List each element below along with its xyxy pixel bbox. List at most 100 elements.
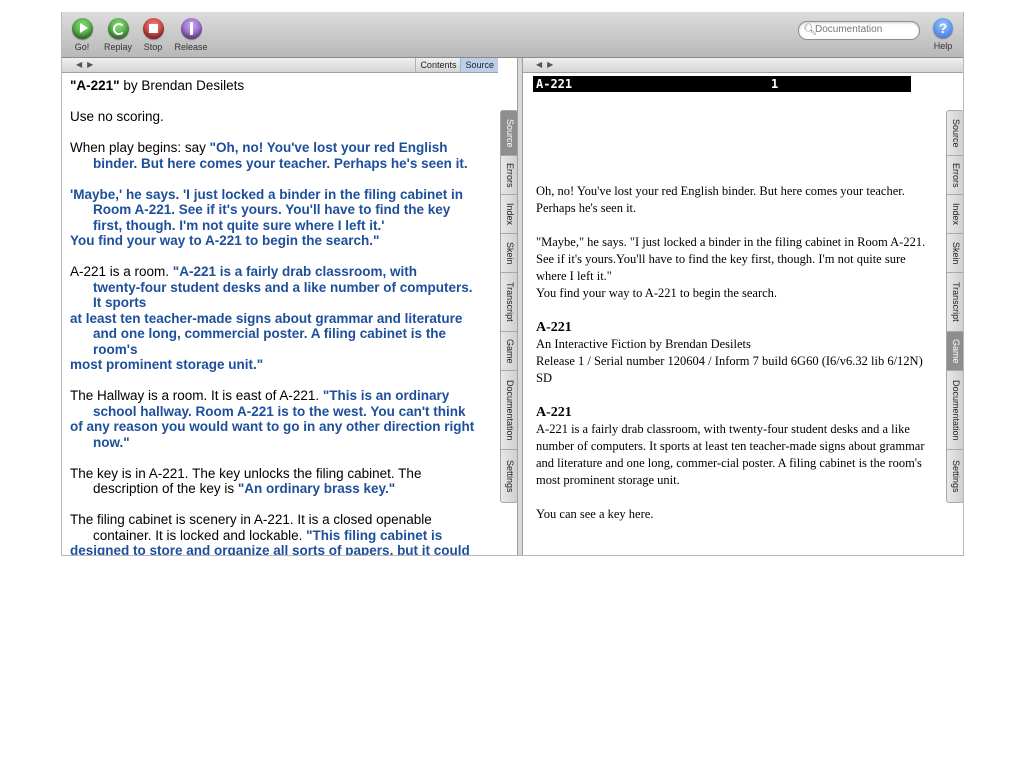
source-line: first, though. I'm not quite sure where … [70,218,498,234]
help-icon: ? [933,18,953,38]
quoted-text-run: first, though. I'm not quite sure where … [93,217,385,233]
source-paragraph: A-221 is a room. "A-221 is a fairly drab… [70,264,498,373]
source-line: Room A-221. See if it's yours. You'll ha… [70,202,498,218]
quoted-text-run: "This filing cabinet is [306,527,443,543]
source-line: designed to store and organize all sorts… [70,543,498,555]
source-text-run: by Brendan Desilets [119,78,245,93]
search-placeholder: Documentation [815,24,883,35]
source-line: The Hallway is a room. It is east of A-2… [70,388,498,404]
side-tab-transcript[interactable]: Transcript [947,273,963,332]
source-editor[interactable]: "A-221" by Brendan Desilets Use no scorin… [62,73,498,555]
source-line: A-221 is a room. "A-221 is a fairly drab… [70,264,498,280]
side-tab-documentation[interactable]: Documentation [501,371,517,450]
quoted-text-run: "A-221 is a fairly drab classroom, with [172,264,418,279]
source-line: at least ten teacher-made signs about gr… [70,311,498,327]
pane-divider[interactable] [517,58,523,555]
quoted-text-run: Room A-221. See if it's yours. You'll ha… [93,202,451,217]
side-tab-errors[interactable]: Errors [501,156,517,195]
source-text-run: The Hallway is a room. It is east of A-2… [70,388,323,403]
tab-source[interactable]: Source [460,58,498,72]
status-location: A-221 [536,77,573,91]
source-text-run: Use no scoring. [70,109,164,124]
stop-button[interactable]: Stop [133,18,173,52]
help-button[interactable]: ? Help [928,18,958,51]
source-text-run: "A-221" [70,78,120,93]
source-line: Use no scoring. [70,109,498,125]
status-score: 1 [771,77,779,91]
quoted-text-run: "This is an ordinary [322,388,450,403]
go-button[interactable]: Go! [62,18,102,52]
side-tab-game[interactable]: Game [501,332,517,371]
source-paragraph: The key is in A-221. The key unlocks the… [70,466,498,497]
side-tab-source[interactable]: Source [501,111,517,156]
side-tab-errors[interactable]: Errors [947,156,963,195]
quoted-text-run: now." [93,434,130,450]
source-line: and one long, commercial poster. A filin… [70,326,498,342]
source-text-run: container. It is locked and lockable. [93,527,307,543]
source-paragraph: 'Maybe,' he says. 'I just locked a binde… [70,187,498,249]
quoted-text-run: and one long, commercial poster. A filin… [93,326,447,341]
game-paragraph: You find your way to A-221 to begin the … [536,286,778,300]
banner-line: An Interactive Fiction by Brendan Desile… [536,337,751,351]
replay-label: Replay [103,42,132,52]
side-tab-settings[interactable]: Settings [501,450,517,502]
source-line: most prominent storage unit." [70,357,498,373]
tab-contents[interactable]: Contents [415,58,460,72]
history-arrows[interactable]: ◀▶ [536,58,558,72]
history-arrows[interactable]: ◀▶ [76,58,98,72]
source-line: The key is in A-221. The key unlocks the… [70,466,498,482]
quoted-text-run: school hallway. Room A-221 is to the wes… [93,403,466,419]
stop-label: Stop [143,42,163,52]
side-tab-settings[interactable]: Settings [947,450,963,502]
side-tab-skein[interactable]: Skein [947,234,963,273]
source-line: It sports [70,295,498,311]
side-tab-index[interactable]: Index [501,195,517,234]
source-text-run: The filing cabinet is scenery in A-221. … [70,512,432,527]
game-output[interactable]: A-221 1 Oh, no! You've lost your red Eng… [524,73,944,555]
side-tab-source[interactable]: Source [947,111,963,156]
source-line: 'Maybe,' he says. 'I just locked a binde… [70,187,498,203]
stop-icon [142,18,164,39]
side-tab-index[interactable]: Index [947,195,963,234]
banner-title: A-221 [536,320,572,335]
play-icon [71,18,93,39]
toolbar: Go! Replay Stop Release 🔍︎ Documentation… [62,12,963,58]
game-paragraph: "Maybe," he says. "I just locked a binde… [536,235,926,283]
documentation-search-input[interactable]: 🔍︎ Documentation [798,21,920,40]
status-line: A-221 1 [533,76,911,92]
quoted-text-run: room's [93,341,138,357]
side-tab-game[interactable]: Game [947,332,963,371]
quoted-text-run: "An ordinary brass key." [237,481,396,496]
quoted-text-run: It sports [93,295,147,310]
banner-line: Release 1 / Serial number 120604 / Infor… [536,354,923,385]
source-paragraph: The Hallway is a room. It is east of A-2… [70,388,498,450]
side-tab-transcript[interactable]: Transcript [501,273,517,332]
source-line: You find your way to A-221 to begin the … [70,233,498,249]
source-line: description of the key is "An ordinary b… [70,481,498,497]
room-title: A-221 [536,405,572,420]
source-line: room's [70,342,498,358]
source-text-run: A-221 is a room. [70,264,173,279]
release-broadcast-icon [180,18,202,39]
side-tab-skein[interactable]: Skein [501,234,517,273]
room-description: A-221 is a fairly drab classroom, with t… [536,422,925,487]
release-label: Release [174,42,208,52]
quoted-text-run: 'Maybe,' he says. 'I just locked a binde… [70,186,463,202]
source-pane-header: ◀▶ Contents Source [62,58,498,73]
source-paragraph: The filing cabinet is scenery in A-221. … [70,512,498,555]
source-text-run: When play begins: say [70,140,210,155]
replay-button[interactable]: Replay [98,18,138,52]
source-line: binder. But here comes your teacher. Per… [70,156,498,172]
right-side-tabs: Source Errors Index Skein Transcript Game Docu… [946,110,963,503]
game-paragraph: Oh, no! You've lost your red English bin… [536,184,905,215]
source-line: school hallway. Room A-221 is to the wes… [70,404,498,420]
side-tab-documentation[interactable]: Documentation [947,371,963,450]
quoted-text-run: twenty-four student desks and a like num… [93,279,473,295]
quoted-text-run: "Oh, no! You've lost your red English [209,140,448,155]
source-line: container. It is locked and lockable. "T… [70,528,498,544]
release-button[interactable]: Release [171,18,211,52]
source-text-run: The key is in A-221. The key unlocks the… [70,465,422,481]
go-label: Go! [74,42,90,52]
source-text-run: description of the key is [93,481,238,496]
source-line: "A-221" by Brendan Desilets [70,78,498,94]
